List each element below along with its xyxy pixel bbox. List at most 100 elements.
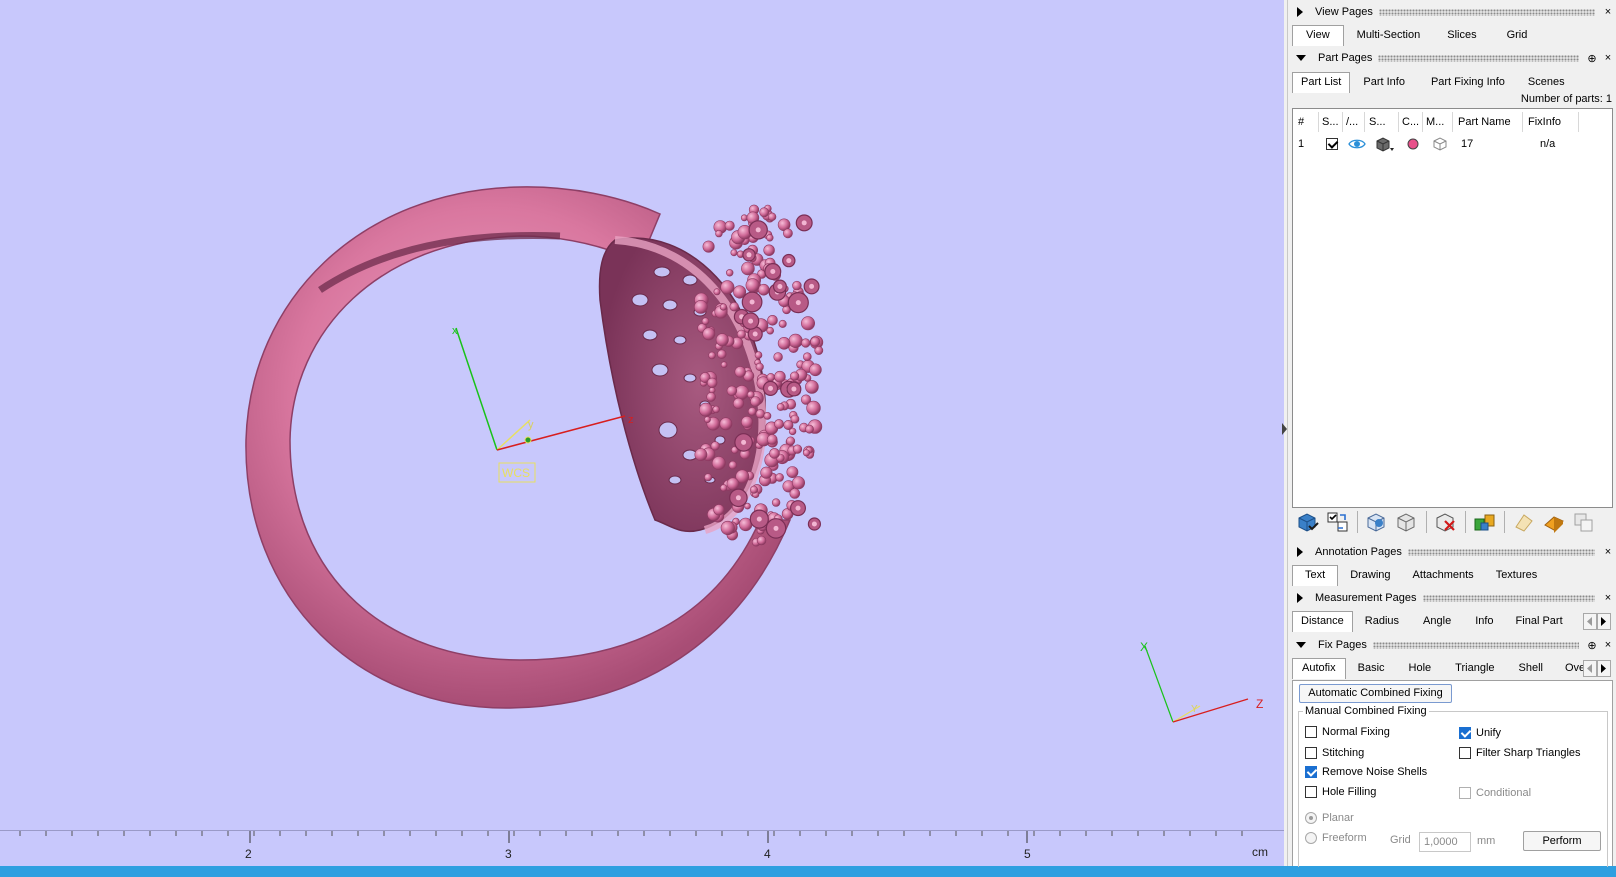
mesh-box-icon[interactable] [1427,134,1448,154]
collapse-arrow-icon[interactable] [1296,55,1306,61]
tab-hole[interactable]: Hole [1397,659,1444,679]
hole-filling-option[interactable]: Hole Filling [1305,786,1376,798]
part-pages-header[interactable]: Part Pages ⊕ × [1288,47,1616,69]
hide-all-icon[interactable] [1393,509,1421,535]
bead-center [795,505,801,511]
collapse-arrow-icon[interactable] [1296,642,1306,648]
column-header[interactable]: S... [1365,112,1399,132]
close-icon[interactable]: × [1601,639,1615,651]
bead [706,377,718,388]
column-header[interactable]: Part Name [1453,112,1523,132]
tab-radius[interactable]: Radius [1353,612,1411,632]
pin-icon[interactable]: ⊕ [1585,639,1599,652]
tab-scroll-right-icon[interactable] [1597,613,1611,630]
select-parts-icon[interactable] [1324,509,1352,535]
tab-part-info[interactable]: Part Info [1350,73,1418,93]
part-color-swatch[interactable] [1401,134,1420,154]
show-all-icon[interactable] [1363,509,1391,535]
tab-part-list[interactable]: Part List [1292,72,1351,93]
pin-icon[interactable]: ⊕ [1585,52,1599,65]
tab-scroll-left-icon[interactable] [1583,613,1597,630]
grid-unit-label: mm [1477,835,1496,847]
remove-noise-shells-option[interactable]: Remove Noise Shells [1305,766,1427,778]
remove-part-icon[interactable] [1432,509,1460,535]
stitching-checkbox[interactable] [1305,747,1317,759]
expand-arrow-icon[interactable] [1297,547,1303,557]
tab-grid[interactable]: Grid [1491,26,1544,46]
close-icon[interactable]: × [1601,52,1615,64]
bead [702,240,715,253]
unify-checkbox[interactable] [1459,727,1471,739]
tab-scroll-right-icon[interactable] [1597,660,1611,677]
3d-viewport[interactable]: x y z WCS X Y Z 2 3 4 5 cm [0,0,1284,866]
tab-drawing[interactable]: Drawing [1338,566,1402,586]
tab-attachments[interactable]: Attachments [1403,566,1484,586]
tab-text[interactable]: Text [1292,565,1339,586]
tab-autofix[interactable]: Autofix [1292,658,1346,679]
filter-sharp-triangles-option[interactable]: Filter Sharp Triangles [1459,747,1581,759]
tab-basic[interactable]: Basic [1346,659,1397,679]
normal-fixing-option[interactable]: Normal Fixing [1305,726,1390,738]
tab-info[interactable]: Info [1463,612,1505,632]
move-part-icon[interactable] [1510,509,1538,535]
close-icon[interactable]: × [1601,546,1615,558]
remove-noise-shells-checkbox[interactable] [1305,766,1317,778]
annotation-pages-header[interactable]: Annotation Pages × [1288,541,1616,563]
tab-final-part[interactable]: Final Part [1506,612,1573,632]
filter-sharp-triangles-checkbox[interactable] [1459,747,1471,759]
tab-scenes[interactable]: Scenes [1518,73,1575,93]
automatic-combined-fixing-button[interactable]: Automatic Combined Fixing [1299,684,1452,703]
ring-model-render[interactable]: x y z WCS X Y Z [0,0,1284,830]
view-pages-header[interactable]: View Pages × [1288,1,1616,23]
tab-view[interactable]: View [1292,25,1344,46]
bead-center [770,269,776,274]
autofix-panel: Automatic Combined Fixing Manual Combine… [1292,680,1613,867]
tab-scroll-left-icon[interactable] [1583,660,1597,677]
column-header[interactable]: M... [1423,112,1453,132]
perform-button[interactable]: Perform [1523,831,1601,851]
measurement-pages-header[interactable]: Measurement Pages × [1288,587,1616,609]
column-header[interactable]: S... [1319,112,1343,132]
conditional-checkbox[interactable] [1459,787,1471,799]
bead [726,385,738,396]
merge-parts-icon[interactable] [1471,509,1499,535]
planar-option[interactable]: Planar [1305,812,1354,824]
tab-part-fixing-info[interactable]: Part Fixing Info [1418,73,1518,93]
tab-triangle[interactable]: Triangle [1443,659,1506,679]
corner-axis-z-label: Z [1256,697,1263,711]
expand-arrow-icon[interactable] [1297,593,1303,603]
add-part-icon[interactable] [1294,509,1322,535]
tab-angle[interactable]: Angle [1411,612,1463,632]
column-header[interactable]: # [1293,112,1319,132]
planar-radio[interactable] [1305,812,1317,824]
hole-filling-checkbox[interactable] [1305,786,1317,798]
column-header[interactable]: C... [1399,112,1423,132]
tab-slices[interactable]: Slices [1433,26,1490,46]
column-header[interactable]: /... [1343,112,1365,132]
stitching-option[interactable]: Stitching [1305,747,1364,759]
part-name[interactable]: 17 [1456,134,1473,154]
tab-multi-section[interactable]: Multi-Section [1344,26,1434,46]
freeform-option[interactable]: Freeform [1305,832,1367,844]
fix-pages-header[interactable]: Fix Pages ⊕ × [1288,634,1616,656]
grid-size-field[interactable]: 1,0000 [1419,832,1471,852]
duplicate-part-icon[interactable] [1570,509,1598,535]
close-icon[interactable]: × [1601,6,1615,18]
orange-part-icon[interactable] [1540,509,1568,535]
normal-fixing-checkbox[interactable] [1305,726,1317,738]
eye-icon[interactable] [1343,134,1366,154]
unify-option[interactable]: Unify [1459,727,1501,739]
conditional-option[interactable]: Conditional [1459,787,1531,799]
part-list-table[interactable]: # S... /... S... C... M... Part Name Fix… [1292,108,1613,508]
tab-shell[interactable]: Shell [1507,659,1555,679]
part-select-checkbox[interactable] [1321,134,1338,154]
tab-distance[interactable]: Distance [1292,611,1353,632]
expand-arrow-icon[interactable] [1297,7,1303,17]
tab-textures[interactable]: Textures [1484,566,1550,586]
hole-filling-label: Hole Filling [1322,786,1377,798]
column-header[interactable]: FixInfo [1523,112,1579,132]
solid-shade-icon[interactable] [1369,134,1396,154]
table-row[interactable]: 1 17 n/a [1293,134,1612,154]
close-icon[interactable]: × [1601,592,1615,604]
freeform-radio[interactable] [1305,832,1317,844]
